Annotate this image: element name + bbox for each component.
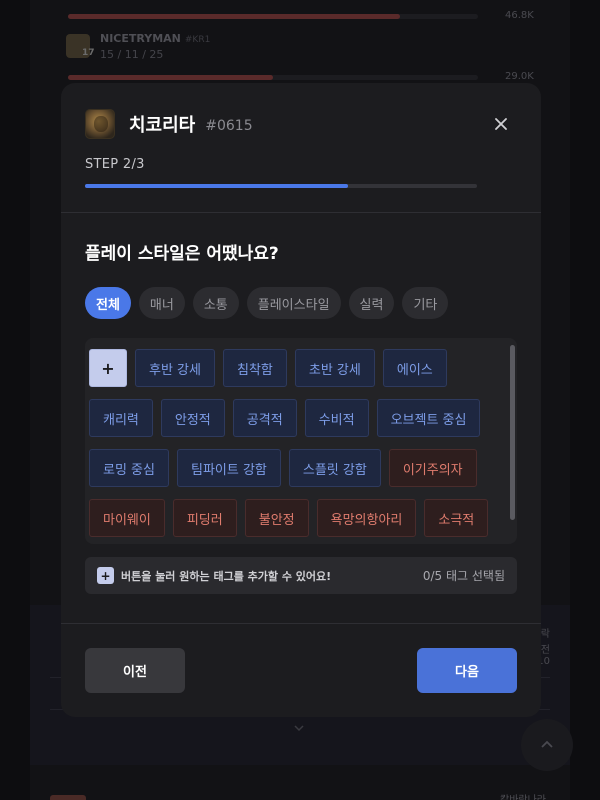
category-tabs: 전체 매너 소통 플레이스타일 실력 기타 [85,287,449,319]
tag-chip[interactable]: 초반 강세 [294,349,375,387]
scroll-to-top-button[interactable] [521,719,573,771]
tab-communication[interactable]: 소통 [192,287,239,319]
tag-chip[interactable]: 후반 강세 [135,349,215,387]
background-stat-bar [68,14,478,19]
background-player-name-text: NICETRYMAN [100,32,181,45]
background-side-text: 전 [540,645,550,656]
tag-chip[interactable]: 로밍 중심 [89,449,169,487]
tab-all[interactable]: 전체 [85,287,131,319]
tag-chip[interactable]: 스플릿 강함 [288,449,381,487]
background-stat-value: 29.0K [505,71,534,82]
tag-chip[interactable]: 에이스 [382,349,447,387]
divider [61,623,541,624]
tag-hint-bar: + 버튼을 눌러 원하는 태그를 추가할 수 있어요! 0/5 태그 선택됨 [85,557,517,594]
step-progress-bar [85,184,477,188]
player-avatar [85,109,115,139]
tag-chip[interactable]: 피딩러 [172,499,237,537]
background-player-name: NICETRYMAN #KR1 [100,32,210,45]
tag-chip[interactable]: 욕망의항아리 [316,499,417,537]
close-button[interactable] [491,114,511,134]
background-rank: 17 [82,48,95,58]
chevron-down-icon [293,722,305,734]
background-thumbnail [50,795,86,800]
tag-chip[interactable]: 팀파이트 강함 [176,449,281,487]
tab-playstyle[interactable]: 플레이스타일 [246,287,341,319]
tab-skill[interactable]: 실력 [348,287,395,319]
tag-list: + 후반 강세 침착함 초반 강세 에이스 캐리력 안정적 공격적 수비적 오브… [85,338,517,544]
background-date: 15 / 11 / 25 [100,48,164,61]
player-name: 치코리타 [129,115,196,136]
tag-chip[interactable]: 캐리력 [89,399,153,437]
next-button[interactable]: 다음 [417,648,517,693]
tag-chip[interactable]: 침착함 [222,349,287,387]
chevron-up-icon [541,740,553,748]
add-tag-button[interactable]: + [89,349,127,387]
background-player-tag: #KR1 [184,35,211,45]
background-stat-bar [68,75,478,80]
player-tag: #0615 [205,117,253,134]
tag-chip[interactable]: 소극적 [424,499,489,537]
tag-chip[interactable]: 불안정 [244,499,309,537]
close-icon [495,118,507,130]
step-label: STEP 2/3 [85,157,145,172]
tag-chip[interactable]: 오브젝트 중심 [376,399,481,437]
modal-header: 치코리타 #0615 [85,108,517,140]
question-title: 플레이 스타일은 어땠나요? [85,244,279,264]
divider [61,212,541,213]
tab-etc[interactable]: 기타 [402,287,449,319]
background-stat-value: 46.8K [505,10,534,21]
selected-tag-count: 0/5 태그 선택됨 [422,569,505,583]
tag-chip[interactable]: 안정적 [160,399,225,437]
tag-chip[interactable]: 이기주의자 [388,449,477,487]
tag-list-scrollbar[interactable] [510,345,515,520]
tag-grid: + 후반 강세 침착함 초반 강세 에이스 캐리력 안정적 공격적 수비적 오브… [89,349,499,544]
tag-review-modal: 치코리타 #0615 STEP 2/3 플레이 스타일은 어땠나요? 전체 매너… [61,83,541,717]
tag-chip[interactable]: 공격적 [232,399,297,437]
step-progress-fill [85,184,348,188]
plus-icon: + [97,567,114,584]
background-stat-bar-fill [68,75,273,80]
prev-button[interactable]: 이전 [85,648,185,693]
background-stat-bar-fill [68,14,401,19]
tab-manner[interactable]: 매너 [138,287,185,319]
tag-chip[interactable]: 마이웨이 [89,499,165,537]
tag-chip[interactable]: 수비적 [304,399,369,437]
hint-text: 버튼을 눌러 원하는 태그를 추가할 수 있어요! [121,569,332,583]
background-side-text: 락 [540,629,550,640]
background-player-name: 칼바람나라 [500,791,546,800]
